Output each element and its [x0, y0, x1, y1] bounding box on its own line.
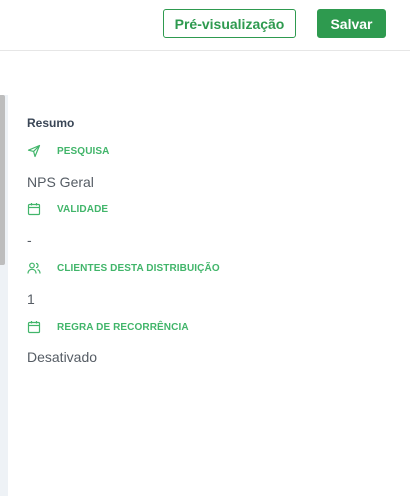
- section-label-recurrence: REGRA DE RECORRÊNCIA: [27, 319, 189, 335]
- summary-title: Resumo: [27, 116, 75, 130]
- clients-value: 1: [27, 291, 35, 307]
- scroll-track: [0, 95, 8, 496]
- survey-value: NPS Geral: [27, 174, 94, 190]
- save-button[interactable]: Salvar: [317, 9, 386, 38]
- recurrence-value: Desativado: [27, 349, 98, 365]
- top-toolbar: Pré-visualização Salvar: [0, 0, 410, 51]
- section-label-text: PESQUISA: [57, 145, 110, 157]
- section-label-text: VALIDADE: [57, 203, 109, 215]
- preview-button[interactable]: Pré-visualização: [163, 9, 296, 38]
- section-label-survey: PESQUISA: [27, 143, 109, 159]
- validity-value: -: [27, 232, 32, 248]
- users-icon: [27, 261, 41, 275]
- summary-panel: Resumo PESQUISA NPS Geral VALIDADE - CLI…: [0, 95, 410, 496]
- calendar-icon: [27, 320, 41, 334]
- section-label-clients: CLIENTES DESTA DISTRIBUIÇÃO: [27, 260, 220, 276]
- section-label-text: CLIENTES DESTA DISTRIBUIÇÃO: [57, 262, 220, 274]
- scrollbar-thumb[interactable]: [0, 95, 5, 265]
- section-label-validity: VALIDADE: [27, 201, 108, 217]
- section-label-text: REGRA DE RECORRÊNCIA: [57, 321, 189, 333]
- send-icon: [27, 144, 41, 158]
- calendar-icon: [27, 202, 41, 216]
